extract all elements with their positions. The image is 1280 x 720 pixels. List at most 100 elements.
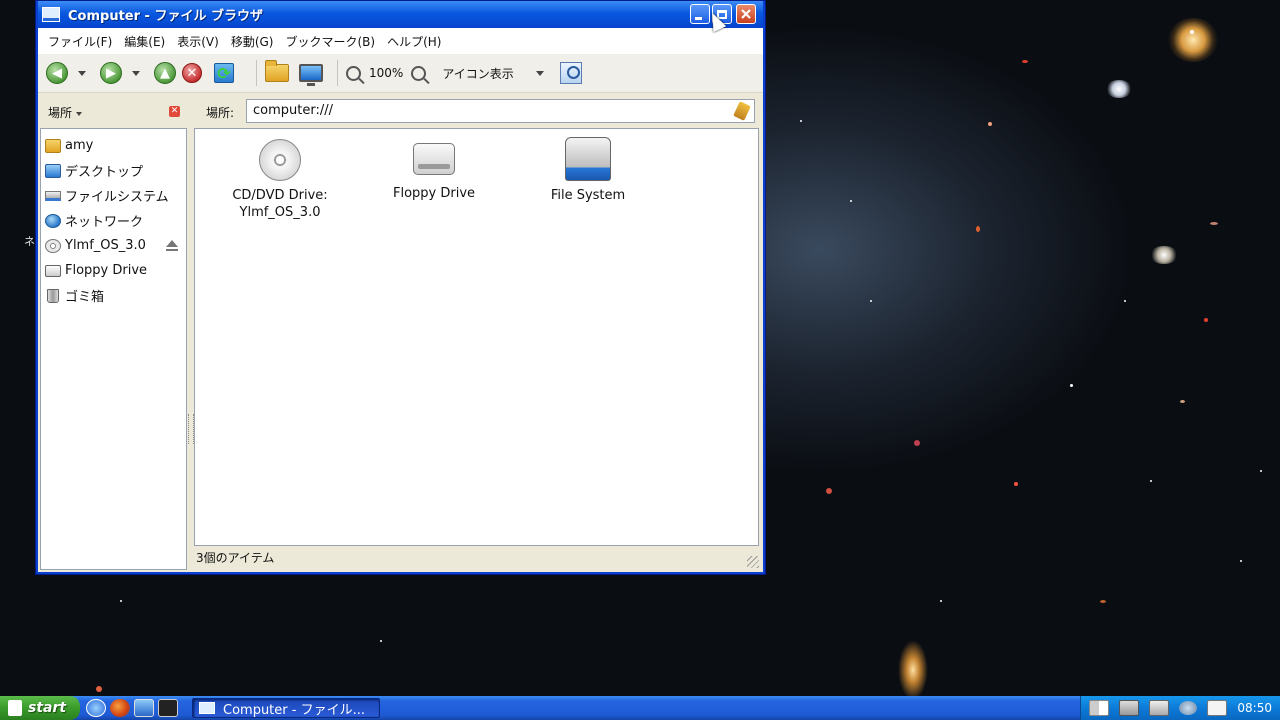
volume-icon[interactable] <box>1179 701 1198 715</box>
clock[interactable]: 08:50 <box>1237 701 1272 715</box>
sidebar-item-label: Floppy Drive <box>65 263 148 278</box>
show-desktop-icon[interactable] <box>134 699 154 717</box>
system-tray: 08:50 <box>1080 696 1280 720</box>
drive-icon[interactable] <box>1149 700 1170 716</box>
location-value: computer:/// <box>253 103 333 118</box>
reload-button[interactable]: ⟳ <box>214 63 234 83</box>
home-folder-icon <box>45 138 61 153</box>
sidebar-item-label: amy <box>65 138 94 153</box>
toolbar-separator <box>256 60 257 86</box>
sidebar-selector[interactable]: 場所 <box>48 104 83 121</box>
file-item-label: File System <box>550 188 626 203</box>
forward-button[interactable]: ▶ <box>100 62 122 84</box>
sidebar-item-floppy[interactable]: Floppy Drive <box>41 258 186 283</box>
file-item-filesystem[interactable]: File System <box>523 129 653 204</box>
toolbar-separator <box>337 60 338 86</box>
search-icon[interactable] <box>559 62 582 84</box>
start-label: start <box>28 700 67 716</box>
menu-help[interactable]: ヘルプ(H) <box>387 33 441 50</box>
sidebar-item-desktop[interactable]: デスクトップ <box>41 158 186 183</box>
sidebar-item-label: ファイルシステム <box>65 190 169 205</box>
computer-button[interactable] <box>299 64 323 86</box>
places-sidebar: amy デスクトップ ファイルシステム ネットワーク Ylmf_OS_3.0 F… <box>40 128 187 570</box>
menubar: ファイル(F) 編集(E) 表示(V) 移動(G) ブックマーク(B) ヘルプ(… <box>38 28 763 54</box>
file-item-label-line2: Ylmf_OS_3.0 <box>239 205 321 220</box>
start-button[interactable]: start <box>0 696 80 720</box>
location-row: 場所 ✕ 場所: computer:/// <box>38 94 763 128</box>
sidebar-item-cdrom[interactable]: Ylmf_OS_3.0 <box>41 233 186 258</box>
sidebar-item-label: デスクトップ <box>65 165 144 180</box>
stop-button[interactable]: ✕ <box>182 63 202 83</box>
sidebar-item-label: ゴミ箱 <box>65 290 105 305</box>
back-button[interactable]: ◀ <box>46 62 68 84</box>
computer-icon <box>199 702 215 714</box>
zoom-in-icon[interactable] <box>411 65 427 81</box>
zoom-out-icon[interactable] <box>346 65 361 81</box>
window-title: Computer - ファイル ブラウザ <box>68 9 263 24</box>
floppy-icon <box>413 143 455 175</box>
file-item-floppy[interactable]: Floppy Drive <box>369 129 499 202</box>
close-icon <box>741 9 751 19</box>
menu-bookmarks[interactable]: ブックマーク(B) <box>285 33 375 50</box>
trash-icon <box>47 288 59 303</box>
zoom-level[interactable]: 100% <box>369 66 403 80</box>
menu-go[interactable]: 移動(G) <box>231 33 274 50</box>
forward-arrow-icon: ▶ <box>106 65 116 81</box>
sidebar-item-home[interactable]: amy <box>41 133 186 158</box>
harddisk-icon <box>565 137 611 181</box>
desktop-partial-label: ネ <box>24 235 35 248</box>
sidebar-item-label: ネットワーク <box>65 215 144 230</box>
location-input[interactable]: computer:/// <box>246 99 755 123</box>
location-label: 場所: <box>206 106 235 120</box>
quick-launch <box>86 699 182 717</box>
network-status-icon[interactable] <box>1119 700 1140 716</box>
clear-location-icon[interactable] <box>733 101 751 121</box>
view-mode-dropdown[interactable] <box>535 70 544 76</box>
cdrom-icon <box>259 139 301 181</box>
home-folder-button[interactable] <box>265 60 289 82</box>
window-titlebar[interactable]: Computer - ファイル ブラウザ <box>38 1 763 28</box>
back-arrow-icon: ◀ <box>52 65 62 81</box>
resize-grip[interactable] <box>747 556 759 568</box>
main-pane: 場所 ✕ 場所: computer:/// amy デスクトップ ファイルシステ… <box>38 94 763 572</box>
sidebar-header: 場所 <box>48 106 73 120</box>
menu-edit[interactable]: 編集(E) <box>124 33 165 50</box>
cdrom-icon <box>45 238 61 253</box>
workspace-switcher-icon[interactable] <box>1089 700 1110 716</box>
taskbar-window-button[interactable]: Computer - ファイル... <box>192 698 380 718</box>
mail-icon[interactable] <box>1207 700 1228 716</box>
eject-icon[interactable] <box>166 240 178 251</box>
forward-history-dropdown[interactable] <box>132 70 140 76</box>
chevron-down-icon <box>76 111 83 116</box>
desktop-icon <box>45 163 61 178</box>
sidebar-item-trash[interactable]: ゴミ箱 <box>41 283 186 308</box>
terminal-launcher-icon[interactable] <box>158 699 178 717</box>
browser-launcher-icon[interactable] <box>86 699 106 717</box>
file-item-label: CD/DVD Drive: <box>232 188 328 203</box>
back-history-dropdown[interactable] <box>78 70 86 76</box>
menu-file[interactable]: ファイル(F) <box>48 33 112 50</box>
file-item-label: Floppy Drive <box>392 186 476 201</box>
floppy-icon <box>45 264 61 277</box>
sidebar-item-network[interactable]: ネットワーク <box>41 208 186 233</box>
sidebar-close-icon[interactable]: ✕ <box>169 106 180 117</box>
stop-icon: ✕ <box>186 65 198 81</box>
start-logo-icon <box>8 700 22 716</box>
filesystem-icon <box>45 190 61 201</box>
taskbar-window-title: Computer - ファイル... <box>223 702 365 718</box>
menu-view[interactable]: 表示(V) <box>177 33 219 50</box>
reload-icon: ⟳ <box>217 63 231 83</box>
close-button[interactable] <box>736 4 756 24</box>
up-button[interactable]: ▲ <box>154 62 176 84</box>
file-browser-window: Computer - ファイル ブラウザ ファイル(F) 編集(E) 表示(V)… <box>36 1 765 574</box>
computer-icon <box>42 7 60 22</box>
file-view: CD/DVD Drive: Ylmf_OS_3.0 Floppy Drive F… <box>194 128 759 546</box>
firefox-launcher-icon[interactable] <box>110 699 130 717</box>
view-mode-label[interactable]: アイコン表示 <box>442 65 513 82</box>
network-icon <box>45 213 61 228</box>
status-text: 3個のアイテム <box>196 551 275 565</box>
taskbar: start Computer - ファイル... 08:50 <box>0 696 1280 720</box>
sidebar-item-filesystem[interactable]: ファイルシステム <box>41 183 186 208</box>
sidebar-item-label: Ylmf_OS_3.0 <box>65 238 146 253</box>
file-item-cdrom[interactable]: CD/DVD Drive: Ylmf_OS_3.0 <box>215 129 345 221</box>
